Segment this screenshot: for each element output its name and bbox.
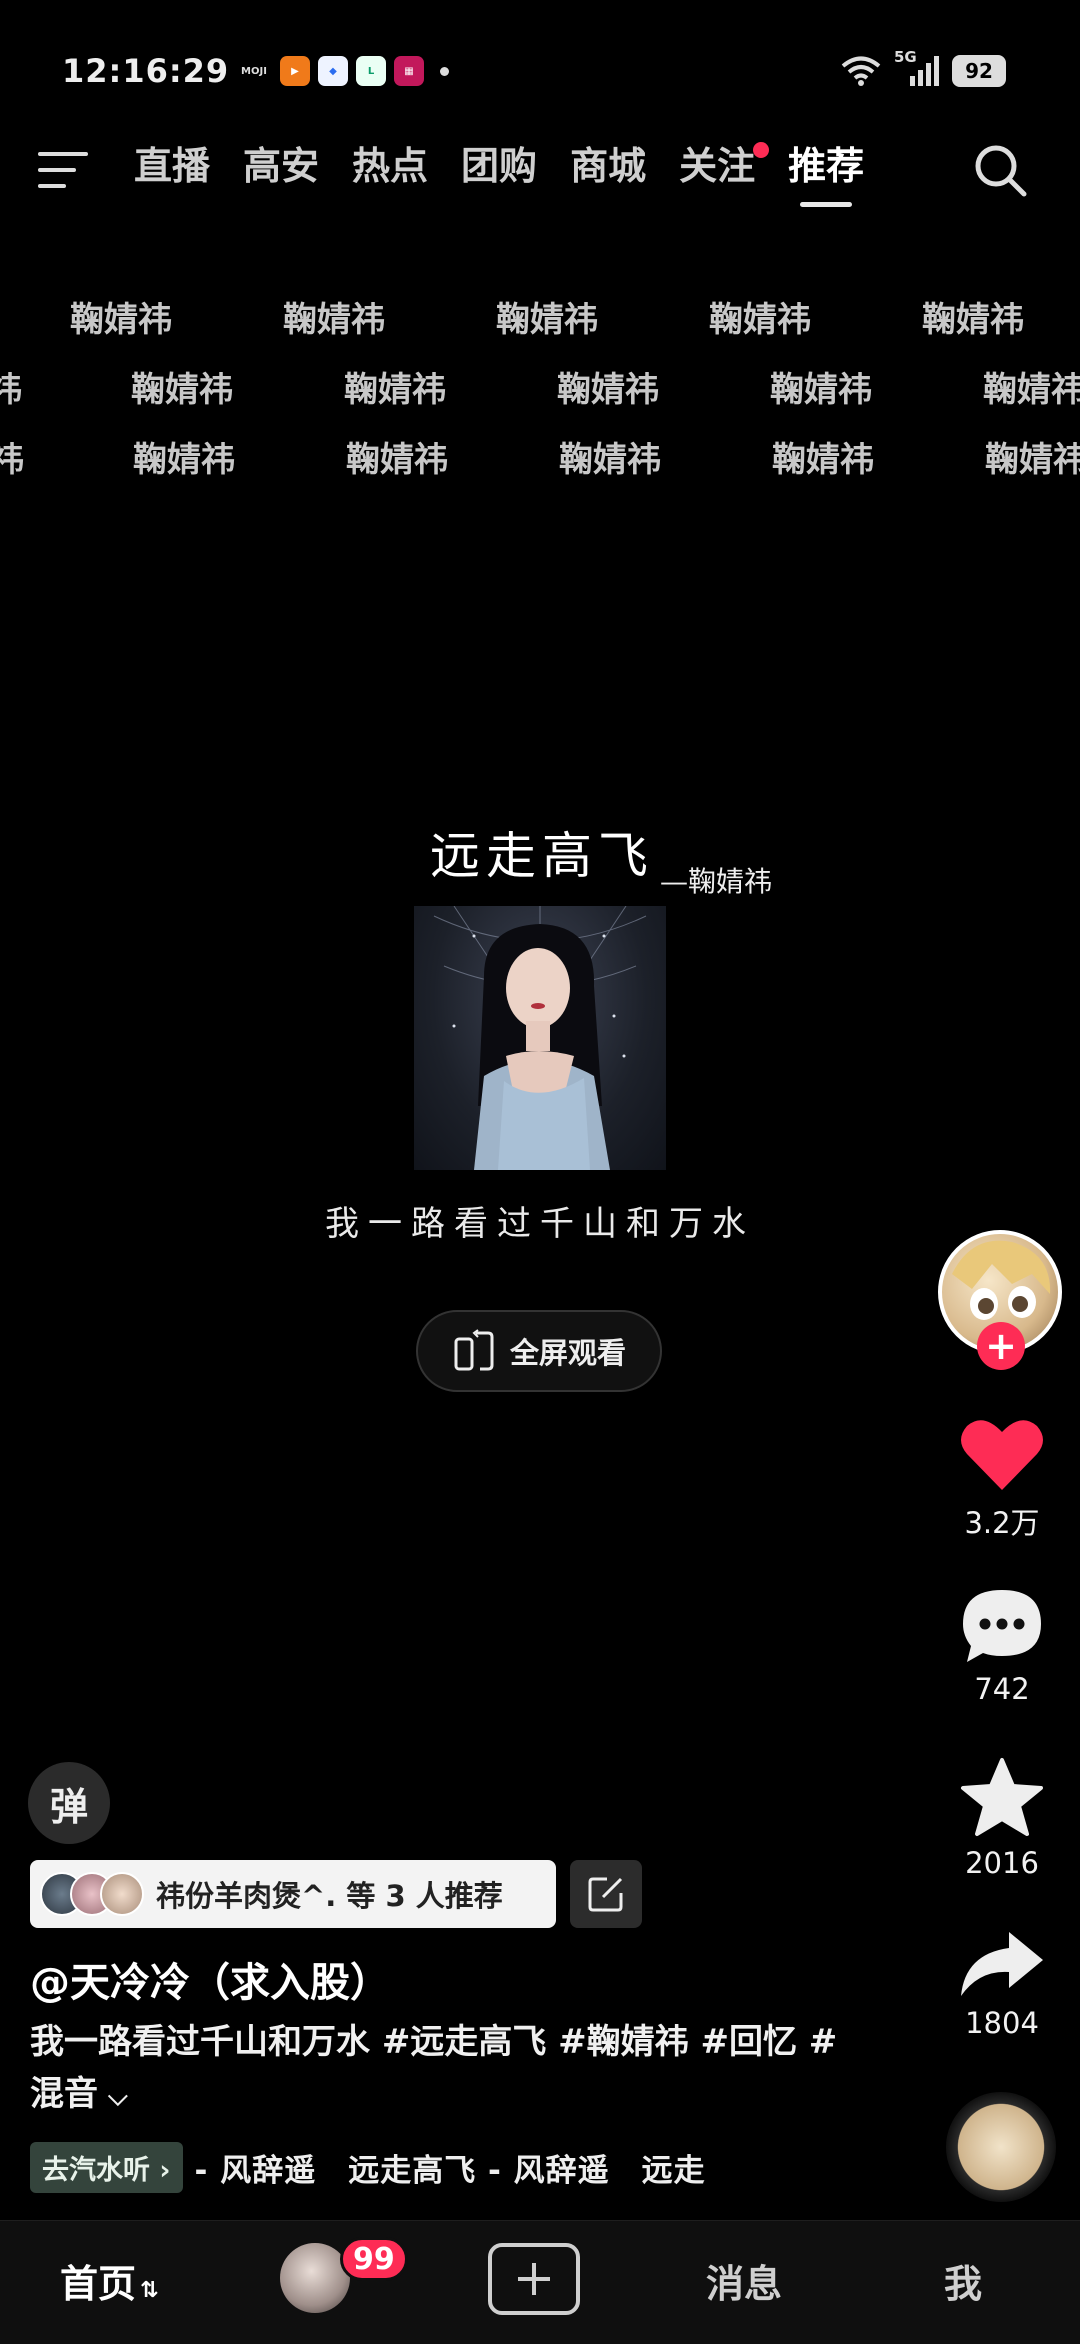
status-bar: 12:16:29 MOJI ▶ ◆ L ▦ 5G 92 [0,0,1080,110]
watermark-text: 鞠婧祎 [0,370,22,410]
video-app-icon: ▶ [280,56,310,86]
share-icon [961,1932,1043,1996]
star-icon [961,1758,1043,1836]
nav-home-label: 首页 [60,2262,137,2306]
top-nav: 直播 高安 热点 团购 商城 关注 推荐 [0,130,1080,210]
comment-count: 742 [974,1672,1030,1706]
watermark-text: 鞠婧祎 [983,370,1080,410]
music-row[interactable]: 去汽水听 › - 风辞遥 远走高飞 - 风辞遥 远走 [30,2141,706,2193]
share-count: 1804 [965,2006,1039,2040]
watermark-text: 鞠婧祎 [283,300,385,340]
fullscreen-label: 全屏观看 [509,1336,626,1370]
nav-home[interactable]: 首页 ⇅ [60,2253,158,2308]
danmu-toggle[interactable]: 弹 [28,1762,110,1844]
bottom-nav: 首页 ⇅ 99 消息 我 [0,2220,1080,2344]
watermark-text: 鞠婧祎 [0,440,24,480]
watermark-text: 鞠婧祎 [922,300,1024,340]
tab-following-label: 关注 [679,144,756,188]
tab-mall[interactable]: 商城 [570,140,646,193]
tab-following[interactable]: 关注 [679,140,770,193]
watermark-text: 鞠婧祎 [557,370,659,410]
expand-chevron-icon[interactable]: ⌵ [108,2071,128,2123]
green-app-icon: L [356,56,386,86]
create-button[interactable] [488,2243,580,2315]
tab-bar: 直播 高安 热点 团购 商城 关注 推荐 [134,140,864,208]
watermark-text: 鞠婧祎 [131,370,233,410]
music-disc[interactable] [946,2092,1056,2202]
like-count: 3.2万 [964,1506,1040,1540]
song-artist: —鞠婧祎 [660,865,773,898]
wifi-icon [841,56,881,86]
watermark-row: 鞠婧祎 鞠婧祎 鞠婧祎 鞠婧祎 鞠婧祎 [0,292,1080,342]
tab-local[interactable]: 高安 [243,140,319,193]
edit-icon [588,1877,623,1912]
watermark-row: 鞠婧祎 鞠婧祎 鞠婧祎 鞠婧祎 鞠婧祎 鞠婧祎 [0,362,1080,412]
author-name[interactable]: @天冷冷（求入股） [30,1950,390,2008]
watermark-text: 鞠婧祎 [496,300,598,340]
friends-badge: 99 [340,2237,408,2281]
new-content-dot [753,142,770,158]
watermark-text: 鞠婧祎 [770,370,872,410]
recommend-avatars [40,1872,144,1916]
rotate-screen-icon [454,1329,494,1371]
more-notifications-dot [440,66,449,76]
watermark-text: 鞠婧祎 [772,440,874,480]
friend-recommend-bar[interactable]: 祎份羊肉煲^. 等 3 人推荐 [30,1860,556,1928]
share-action[interactable]: 1804 [940,1928,1064,2040]
comment-action[interactable]: 742 [940,1586,1064,1706]
nav-messages[interactable]: 消息 [706,2253,782,2308]
nav-me[interactable]: 我 [944,2253,982,2308]
comment-icon [963,1590,1041,1662]
watermark-row: 鞠婧祎 鞠婧祎 鞠婧祎 鞠婧祎 鞠婧祎 鞠婧祎 [0,432,1080,482]
watermark-text: 鞠婧祎 [346,440,448,480]
edit-recommend-button[interactable] [570,1860,642,1928]
watermark-text: 鞠婧祎 [70,300,172,340]
battery-level: 92 [965,59,993,83]
refresh-arrows-icon: ⇅ [140,2278,159,2303]
moji-app-icon: MOJI [236,56,272,86]
music-title: - 风辞遥 远走高飞 - 风辞遥 远走 [194,2152,706,2189]
lyric-line: 我一路看过千山和万水 [325,1204,755,1244]
blue-app-icon: ◆ [318,56,348,86]
watermark-text: 鞠婧祎 [985,440,1080,480]
avatar [100,1872,144,1916]
game-app-icon: ▦ [394,56,424,86]
favorite-action[interactable]: 2016 [940,1756,1064,1880]
favorite-count: 2016 [965,1846,1039,1880]
tab-group-buy[interactable]: 团购 [461,140,537,193]
description-text: 我一路看过千山和万水 #远走高飞 #鞠婧祎 #回忆 #混音 [30,2022,838,2114]
status-time: 12:16:29 [62,52,230,90]
menu-icon[interactable] [36,148,92,192]
search-icon[interactable] [970,140,1030,200]
watermark-text: 鞠婧祎 [344,370,446,410]
cover-image [414,906,666,1170]
signal-icon: 5G [894,48,940,88]
heart-icon [961,1420,1043,1490]
qishui-link[interactable]: 去汽水听 › [30,2141,183,2193]
tab-hot[interactable]: 热点 [352,140,428,193]
fullscreen-button[interactable]: 全屏观看 [416,1310,662,1392]
video-description[interactable]: 我一路看过千山和万水 #远走高飞 #鞠婧祎 #回忆 #混音 ⌵ [30,2016,850,2123]
battery-icon: 92 [952,55,1006,87]
tab-live[interactable]: 直播 [134,140,210,193]
watermark-text: 鞠婧祎 [559,440,661,480]
like-action[interactable]: 3.2万 [940,1414,1064,1542]
follow-button[interactable]: + [977,1322,1025,1370]
song-title: 远走高飞 [430,827,654,885]
watermark-text: 鞠婧祎 [709,300,811,340]
plus-icon [518,2263,550,2295]
notification-icons: MOJI ▶ ◆ L ▦ [236,56,449,86]
tab-recommend[interactable]: 推荐 [788,140,864,208]
recommend-text: 祎份羊肉煲^. 等 3 人推荐 [156,1879,503,1913]
watermark-text: 鞠婧祎 [133,440,235,480]
system-icons: 5G 92 [840,48,1006,88]
qishui-label: 去汽水听 [42,2154,150,2186]
